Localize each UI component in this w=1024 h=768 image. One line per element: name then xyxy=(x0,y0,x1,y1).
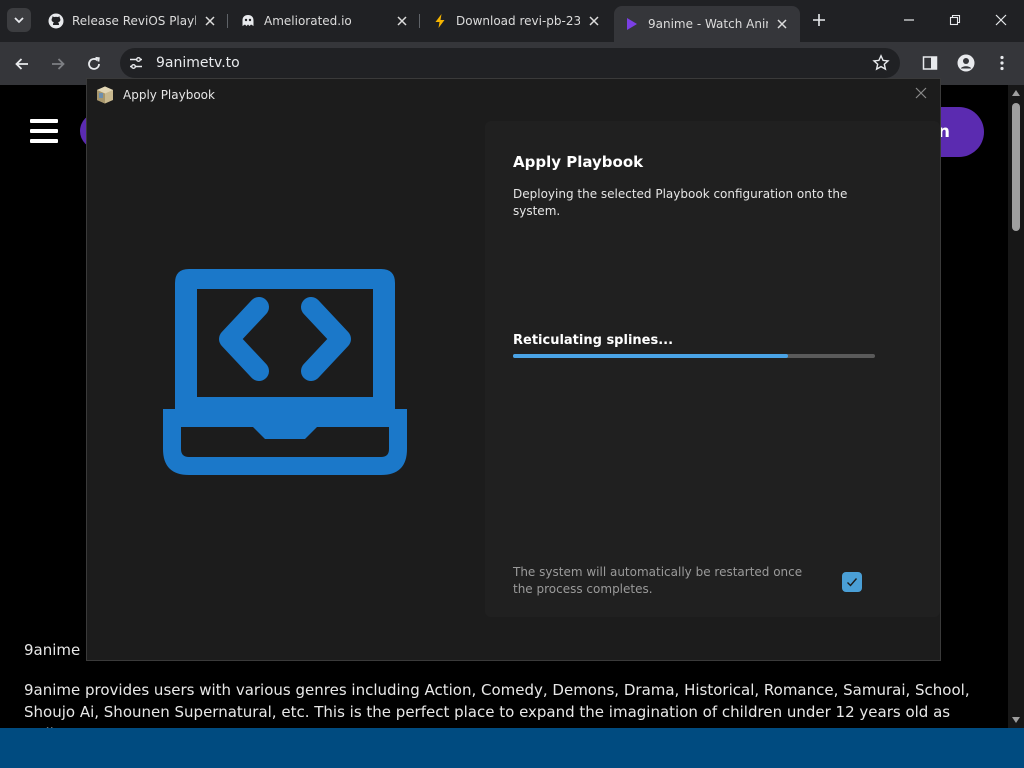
site-settings-icon[interactable] xyxy=(128,55,144,71)
tab-search-button[interactable] xyxy=(7,8,31,32)
restart-note: The system will automatically be restart… xyxy=(513,565,803,596)
scroll-up-arrow[interactable] xyxy=(1012,90,1020,96)
restart-checkbox[interactable] xyxy=(842,572,862,592)
plus-icon xyxy=(813,14,825,26)
arrow-right-icon xyxy=(52,58,65,70)
checkmark-icon xyxy=(847,578,858,587)
forward-button[interactable] xyxy=(44,50,72,78)
close-icon[interactable] xyxy=(774,16,790,32)
progress-status-text: Reticulating splines... xyxy=(513,333,674,348)
tab-9anime[interactable]: 9anime - Watch Anime xyxy=(614,6,800,42)
tab-release-reviOS[interactable]: Release ReviOS Playbook xyxy=(38,6,228,36)
github-icon xyxy=(48,13,64,29)
back-button[interactable] xyxy=(8,50,36,78)
panel-heading: Apply Playbook xyxy=(513,153,644,171)
browser-tab-strip: Release ReviOS Playbook Ameliorated.io D… xyxy=(0,0,1024,42)
minimize-icon xyxy=(904,19,914,21)
kebab-menu-icon xyxy=(1000,55,1004,71)
close-icon[interactable] xyxy=(394,13,410,29)
avatar-icon xyxy=(957,54,975,72)
reload-icon xyxy=(88,56,100,70)
address-bar[interactable]: 9animetv.to xyxy=(120,48,900,78)
close-icon[interactable] xyxy=(586,13,602,29)
progress-bar xyxy=(513,354,875,358)
panel-description: Deploying the selected Playbook configur… xyxy=(513,187,848,218)
tab-download-revi[interactable]: Download revi-pb-23. xyxy=(422,6,612,36)
window-close-button[interactable] xyxy=(978,0,1024,40)
package-box-icon xyxy=(97,86,113,104)
close-icon[interactable] xyxy=(914,86,928,100)
hamburger-menu-icon[interactable] xyxy=(30,119,58,143)
close-icon[interactable] xyxy=(202,13,218,29)
new-tab-button[interactable] xyxy=(808,9,830,31)
tab-ameliorated[interactable]: Ameliorated.io xyxy=(230,6,420,36)
minimize-button[interactable] xyxy=(886,0,932,40)
scrollbar-thumb[interactable] xyxy=(1012,103,1020,231)
9anime-play-icon xyxy=(624,16,640,32)
progress-panel: Apply Playbook Deploying the selected Pl… xyxy=(485,121,940,617)
apply-playbook-dialog: Apply Playbook Apply Playbook Deploying … xyxy=(86,78,941,661)
page-scrollbar[interactable] xyxy=(1008,85,1024,728)
site-heading: 9anime xyxy=(24,641,81,659)
tab-title: Ameliorated.io xyxy=(264,14,352,28)
profile-button[interactable] xyxy=(956,53,976,73)
tab-title: 9anime - Watch Anime xyxy=(648,17,768,31)
tab-title: Download revi-pb-23. xyxy=(456,14,580,28)
site-description: 9anime provides users with various genre… xyxy=(24,681,970,728)
chevron-down-icon xyxy=(14,17,24,24)
url-text[interactable]: 9animetv.to xyxy=(156,55,240,71)
progress-bar-fill xyxy=(513,354,789,358)
side-panel-button[interactable] xyxy=(920,53,940,73)
bookmark-star-icon[interactable] xyxy=(872,54,890,72)
restore-button[interactable] xyxy=(932,0,978,40)
tab-title: Release ReviOS Playbook xyxy=(72,14,196,28)
arrow-left-icon xyxy=(15,58,28,70)
restore-icon xyxy=(949,14,961,26)
ameliorated-icon xyxy=(240,13,256,29)
dialog-window-title: Apply Playbook xyxy=(123,88,215,102)
taskbar xyxy=(0,728,1024,768)
lightning-icon xyxy=(432,13,448,29)
reload-button[interactable] xyxy=(80,50,108,78)
close-icon xyxy=(995,14,1007,26)
laptop-code-icon xyxy=(163,269,407,475)
menu-button[interactable] xyxy=(992,53,1012,73)
scroll-down-arrow[interactable] xyxy=(1012,717,1020,723)
dialog-titlebar[interactable]: Apply Playbook xyxy=(87,79,940,111)
side-panel-icon xyxy=(922,56,938,70)
